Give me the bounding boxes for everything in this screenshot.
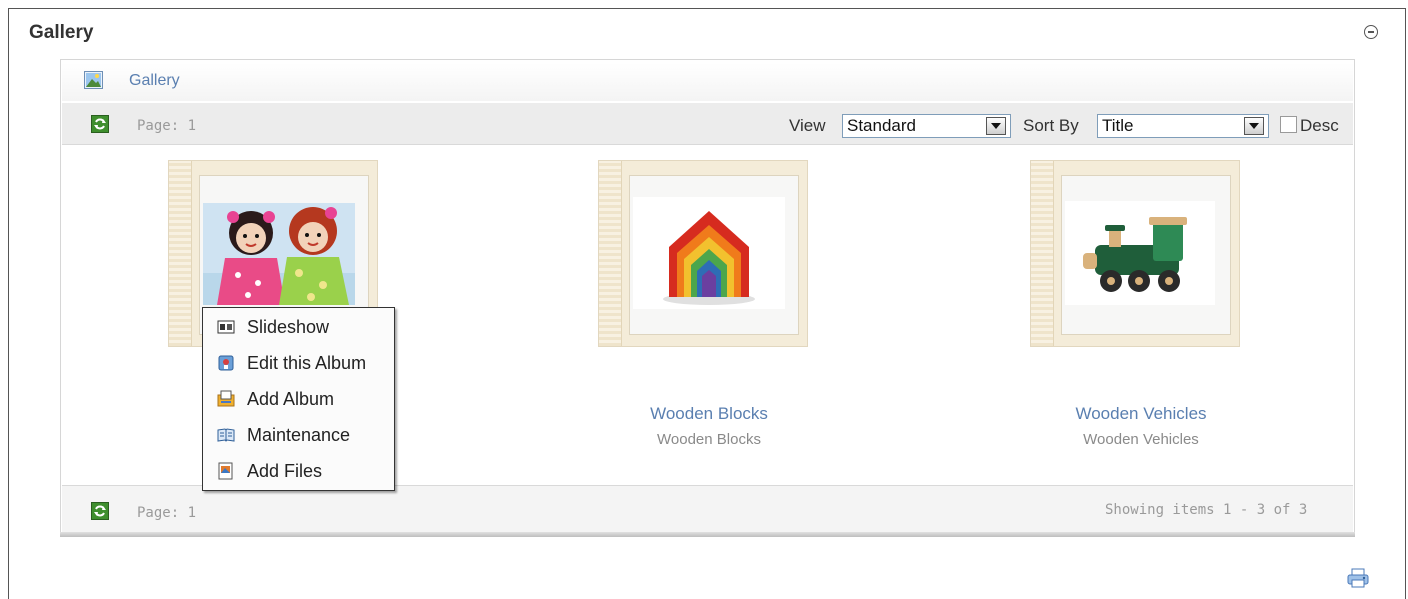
album-thumbnail[interactable] — [633, 197, 785, 309]
wooden-blocks-image — [633, 197, 785, 309]
breadcrumb-gallery-link[interactable]: Gallery — [129, 72, 180, 90]
menu-item-slideshow[interactable]: Slideshow — [203, 309, 394, 345]
album-title-link[interactable]: Wooden Blocks — [579, 404, 839, 424]
desc-label: Desc — [1300, 116, 1339, 135]
album-spine — [169, 161, 192, 346]
menu-item-label: Slideshow — [247, 317, 330, 337]
view-select-value: Standard — [847, 116, 916, 135]
gallery-icon — [84, 71, 103, 89]
module-title: Gallery — [29, 22, 94, 43]
album-spine — [1031, 161, 1054, 346]
album-spine — [599, 161, 622, 346]
menu-item-label: Maintenance — [247, 425, 351, 445]
album-title-link[interactable]: Wooden Vehicles — [1011, 404, 1271, 424]
desc-checkbox[interactable] — [1280, 116, 1297, 133]
wooden-train-image — [1065, 201, 1215, 305]
collapse-icon[interactable] — [1364, 25, 1378, 39]
view-select[interactable]: Standard — [842, 114, 1011, 138]
menu-item-edit-album[interactable]: Edit this Album — [203, 345, 394, 381]
page-indicator: Page: 1 — [137, 118, 197, 134]
add-files-icon — [218, 462, 233, 480]
refresh-icon[interactable] — [91, 502, 109, 520]
menu-item-label: Add Files — [247, 461, 323, 481]
album-description: Wooden Vehicles — [1083, 431, 1199, 448]
menu-item-label: Add Album — [247, 389, 335, 409]
item-count: Showing items 1 - 3 of 3 — [1105, 502, 1308, 518]
menu-item-maintenance[interactable]: Maintenance — [203, 417, 394, 453]
menu-item-label: Edit this Album — [247, 353, 367, 373]
gallery-panel-shadow — [60, 532, 1355, 537]
add-album-icon — [217, 390, 235, 407]
sort-label: Sort By — [1023, 116, 1079, 135]
chevron-down-icon[interactable] — [1244, 117, 1264, 135]
menu-item-add-album[interactable]: Add Album — [203, 381, 394, 417]
menu-item-add-files[interactable]: Add Files — [203, 453, 394, 489]
sort-select-value: Title — [1102, 116, 1134, 135]
refresh-icon[interactable] — [91, 115, 109, 133]
edit-album-icon — [218, 355, 234, 371]
rag-dolls-image — [203, 203, 355, 305]
page-indicator: Page: 1 — [137, 505, 197, 521]
album-context-menu: Slideshow Edit this Album Add Album Main… — [202, 307, 395, 491]
album-card[interactable] — [1030, 160, 1240, 347]
chevron-down-icon[interactable] — [986, 117, 1006, 135]
album-thumbnail[interactable] — [203, 203, 355, 305]
album-card[interactable] — [598, 160, 808, 347]
print-icon[interactable] — [1346, 568, 1370, 588]
breadcrumb — [62, 63, 1353, 101]
slideshow-icon — [217, 320, 235, 334]
maintenance-icon — [217, 428, 235, 442]
album-description: Wooden Blocks — [657, 431, 761, 448]
view-label: View — [789, 116, 826, 135]
album-thumbnail[interactable] — [1065, 201, 1215, 305]
sort-select[interactable]: Title — [1097, 114, 1269, 138]
